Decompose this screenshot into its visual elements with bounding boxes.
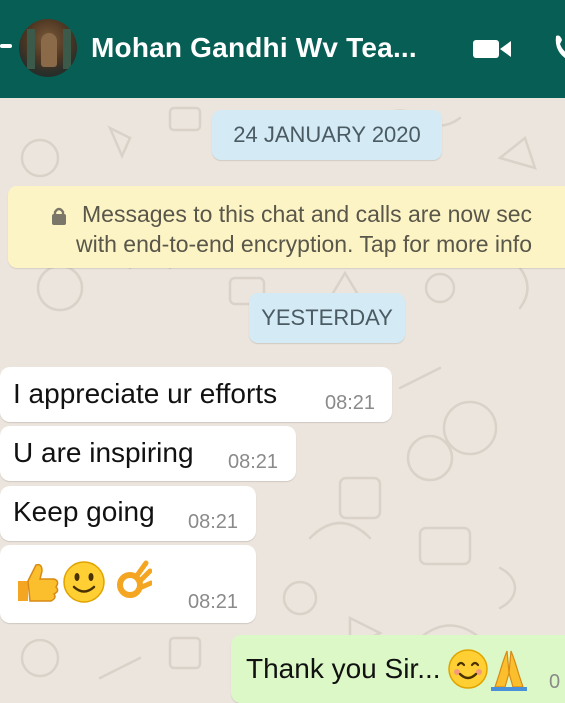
- date-chip: YESTERDAY: [249, 293, 405, 343]
- folded-hands-icon: [491, 650, 527, 691]
- incoming-message[interactable]: I appreciate ur efforts 08:21: [0, 367, 392, 422]
- lock-icon: [52, 207, 66, 225]
- smiling-face-with-smiling-eyes-icon: [448, 649, 488, 689]
- encryption-notice-line1: Messages to this chat and calls are now …: [82, 201, 533, 227]
- emoji-row: [448, 649, 527, 691]
- back-arrow-icon[interactable]: [0, 44, 12, 48]
- message-time: 0: [549, 671, 561, 693]
- message-text: I appreciate ur efforts: [13, 378, 278, 409]
- contact-name[interactable]: Mohan Gandhi Wv Tea...: [91, 32, 417, 64]
- message-time: 08:21: [188, 591, 239, 613]
- incoming-message[interactable]: 08:21: [0, 545, 256, 623]
- message-time: 08:21: [228, 451, 279, 473]
- outgoing-message[interactable]: Thank you Sir... 0: [231, 635, 565, 703]
- incoming-message[interactable]: U are inspiring 08:21: [0, 426, 296, 481]
- call-icon[interactable]: [554, 34, 565, 60]
- encryption-notice-line2: with end-to-end encryption. Tap for more…: [76, 231, 532, 257]
- emoji-row: [18, 560, 152, 603]
- smiling-face-icon: [63, 561, 105, 603]
- message-text: Thank you Sir...: [246, 653, 441, 684]
- message-time: 08:21: [188, 511, 239, 533]
- contact-avatar[interactable]: [19, 19, 77, 77]
- date-chip: 24 JANUARY 2020: [212, 110, 442, 160]
- incoming-message[interactable]: Keep going 08:21: [0, 486, 256, 541]
- thumbs-up-icon: [18, 563, 59, 602]
- chat-header: Mohan Gandhi Wv Tea...: [0, 0, 565, 98]
- message-text: U are inspiring: [13, 437, 194, 468]
- encryption-notice[interactable]: Messages to this chat and calls are now …: [8, 186, 565, 268]
- message-text: Keep going: [13, 496, 155, 527]
- video-call-icon[interactable]: [472, 38, 512, 60]
- message-time: 08:21: [325, 392, 376, 414]
- ok-hand-icon: [117, 560, 152, 598]
